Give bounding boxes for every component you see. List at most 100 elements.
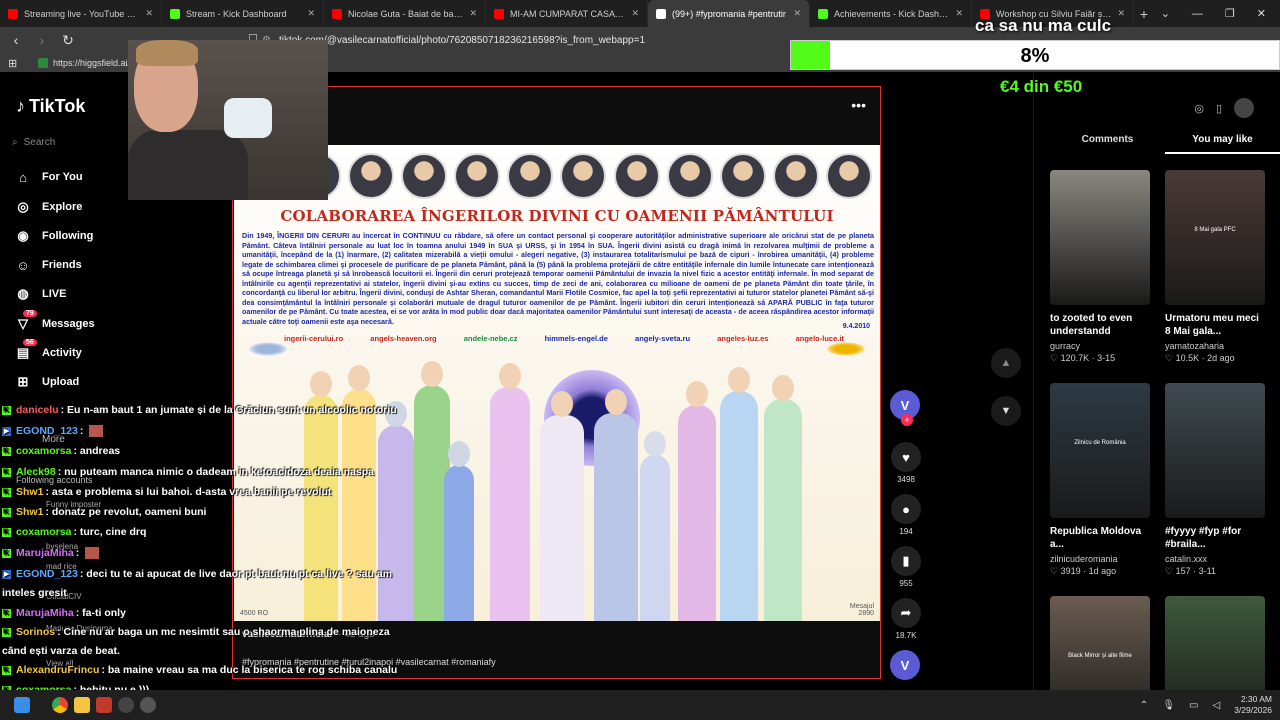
chat-message: K Sorinos: Cine nu ar baga un mc nesimtit… xyxy=(2,626,390,638)
sidebar-item-following[interactable]: ◉ Following xyxy=(14,227,93,245)
save-button[interactable]: ▮ 955 xyxy=(890,546,922,588)
device-icon[interactable]: ▯ xyxy=(1216,102,1222,115)
activity-icon: ▤ 56 xyxy=(14,339,37,362)
sound-avatar[interactable]: V xyxy=(890,650,922,680)
recommended-video-card[interactable]: Zilnicu de România Republica Moldova a...… xyxy=(1050,383,1150,577)
sidebar-item-for-you[interactable]: ⌂ For You xyxy=(14,168,82,186)
file-explorer-icon[interactable] xyxy=(74,697,90,713)
mic-icon[interactable]: 🎙 xyxy=(1162,700,1175,711)
coins-icon[interactable]: ◎ xyxy=(1194,102,1204,115)
close-tab-icon[interactable]: ✕ xyxy=(145,8,153,19)
browser-tab[interactable]: Achievements - Kick Dashboard ✕ xyxy=(810,0,972,27)
tiktok-logo[interactable]: ♪ TikTok xyxy=(16,96,85,117)
maximize-icon[interactable]: ❐ xyxy=(1225,7,1235,20)
bookmark-item[interactable]: https://higgsfield.ai/... xyxy=(38,57,138,68)
home-icon: ⌂ xyxy=(19,169,27,185)
browser-tab[interactable]: Stream - Kick Dashboard ✕ xyxy=(162,0,324,27)
recommended-video-card[interactable]: to zooted to even understandd gurracy ♡ 12… xyxy=(1050,170,1150,364)
platform-icon: ▶ xyxy=(2,426,11,436)
ufo-right-icon xyxy=(826,342,866,356)
video-thumbnail[interactable]: 8 Mai gala PFC xyxy=(1165,170,1265,305)
sidebar-item-label: Explore xyxy=(42,201,83,213)
sidebar-item-live[interactable]: ◍ LIVE xyxy=(14,285,66,303)
webcam-overlay xyxy=(128,40,328,200)
tab-you-may-like[interactable]: You may like xyxy=(1165,134,1280,154)
browser-tab[interactable]: Nicolae Guta - Baiat de baiat - YouTu ✕ xyxy=(324,0,486,27)
windows-start-icon[interactable] xyxy=(14,697,30,713)
system-clock[interactable]: 2:30 AM 3/29/2026 xyxy=(1234,694,1272,716)
close-tab-icon[interactable]: ✕ xyxy=(793,8,801,19)
tab-comments[interactable]: Comments xyxy=(1050,134,1165,154)
card-author[interactable]: zilnicuderomania xyxy=(1050,554,1150,564)
card-author[interactable]: gurracy xyxy=(1050,341,1150,351)
chat-message: K Shw1: donatz pe revolut, oameni buni xyxy=(2,506,206,518)
chat-username: danicelu xyxy=(16,404,59,416)
save-count: 955 xyxy=(899,579,913,588)
comment-icon: ● xyxy=(891,494,921,524)
tab-label: Stream - Kick Dashboard xyxy=(186,8,287,19)
profile-avatar[interactable] xyxy=(1234,98,1254,118)
figure xyxy=(640,431,670,621)
url-text: tiktok.com/@vasilecarnatofficial/photo/7… xyxy=(278,34,646,46)
new-tab-icon[interactable]: + xyxy=(1134,6,1154,22)
card-author[interactable]: catalin.xxx xyxy=(1165,554,1265,564)
browser-tab[interactable]: MI-AM CUMPARAT CASA IN AUSTR ✕ xyxy=(486,0,648,27)
app-icon[interactable] xyxy=(118,697,134,713)
follow-plus-icon[interactable]: + xyxy=(901,414,913,426)
browser-tab[interactable]: (99+) #fypromania #pentrutir ✕ xyxy=(648,0,810,27)
windows-taskbar: ⌃ 🎙 ▭ ◁ 2:30 AM 3/29/2026 xyxy=(0,690,1280,720)
video-thumbnail[interactable] xyxy=(1050,170,1150,305)
chat-text: când ești varza de beat. xyxy=(2,645,120,657)
media-player-icon[interactable] xyxy=(140,697,156,713)
browser-tab[interactable]: Streaming live - YouTube Studio ✕ xyxy=(0,0,162,27)
tab-label: Achievements - Kick Dashboard xyxy=(834,8,950,19)
video-thumbnail[interactable]: Zilnicu de România xyxy=(1050,383,1150,518)
recommended-video-card[interactable]: 8 Mai gala PFC Urmatoru meu meci 8 Mai ga… xyxy=(1165,170,1265,364)
share-button[interactable]: ➦ 18.7K xyxy=(890,598,922,640)
sidebar-item-activity[interactable]: ▤ 56 Activity xyxy=(14,339,82,362)
sidebar-item-friends[interactable]: ☺ Friends xyxy=(14,256,81,274)
card-author[interactable]: yamatozaharia xyxy=(1165,341,1265,351)
chat-text: : andreas xyxy=(73,445,121,457)
app-icon[interactable] xyxy=(96,697,112,713)
network-icon[interactable]: ▭ xyxy=(1189,700,1198,711)
creator-avatar[interactable]: V + xyxy=(890,390,922,426)
chat-message: inteles gresit xyxy=(2,587,67,599)
sidebar-item-upload[interactable]: ⊞ Upload xyxy=(14,373,80,391)
sidebar-item-messages[interactable]: ▽ 79 Messages xyxy=(14,310,95,333)
close-tab-icon[interactable]: ✕ xyxy=(1117,8,1125,19)
close-tab-icon[interactable]: ✕ xyxy=(469,8,477,19)
card-title: Republica Moldova a... xyxy=(1050,526,1142,550)
volume-icon[interactable]: ◁ xyxy=(1212,700,1220,711)
chevron-up-icon[interactable]: ⌃ xyxy=(1140,700,1148,711)
back-icon[interactable]: ‹ xyxy=(6,32,26,48)
url-field[interactable]: ⚙ tiktok.com/@vasilecarnatofficial/photo… xyxy=(262,31,782,49)
poster-link: angely-sveta.ru xyxy=(635,334,691,343)
apps-grid-icon[interactable]: ⊞ xyxy=(8,57,17,70)
portrait-image xyxy=(772,153,819,199)
close-tab-icon[interactable]: ✕ xyxy=(955,8,963,19)
close-tab-icon[interactable]: ✕ xyxy=(631,8,639,19)
dropdown-icon[interactable]: ⌄ xyxy=(1161,7,1170,20)
comment-count: 194 xyxy=(899,527,913,536)
chevron-up-icon[interactable]: ▲ xyxy=(991,348,1021,378)
close-tab-icon[interactable]: ✕ xyxy=(307,8,315,19)
card-title: #fyyyy #fyp #for #braila... xyxy=(1165,526,1242,550)
chat-username: coxamorsa xyxy=(16,526,72,538)
like-button[interactable]: ♥ 3498 xyxy=(890,442,922,484)
minimize-icon[interactable]: — xyxy=(1192,8,1203,20)
tab-favicon-icon xyxy=(8,8,18,19)
kick-icon: K xyxy=(2,446,11,456)
chat-username: MarujaMiha xyxy=(16,547,74,559)
sidebar-item-explore[interactable]: ◎ Explore xyxy=(14,198,82,216)
more-options-icon[interactable]: ••• xyxy=(851,97,866,113)
reload-icon[interactable]: ↻ xyxy=(58,32,78,49)
close-window-icon[interactable]: ✕ xyxy=(1257,7,1266,20)
chevron-down-icon[interactable]: ▼ xyxy=(991,396,1021,426)
video-thumbnail[interactable] xyxy=(1165,383,1265,518)
forward-icon[interactable]: › xyxy=(32,32,52,48)
comment-button[interactable]: ● 194 xyxy=(890,494,922,536)
post-viewer[interactable]: ••• COLABORAREA ÎNGERILOR DIVINI CU OAME… xyxy=(232,86,881,679)
chrome-icon[interactable] xyxy=(52,697,68,713)
recommended-video-card[interactable]: #fyyyy #fyp #for #braila... catalin.xxx ♡ … xyxy=(1165,383,1265,577)
